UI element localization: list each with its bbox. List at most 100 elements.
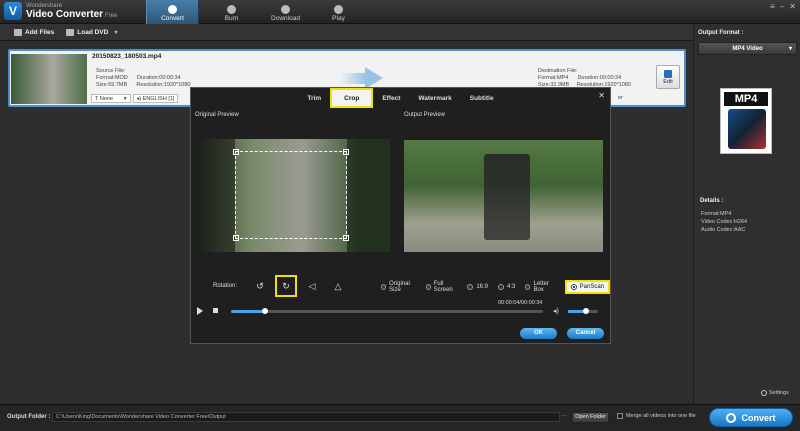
flip-vertical-icon[interactable]: △	[327, 275, 349, 297]
playback-time: 00:00:04/00:00:34	[498, 300, 543, 306]
ratio-4-3[interactable]: 4:3	[498, 284, 515, 290]
add-files-icon	[14, 28, 22, 36]
download-icon	[281, 5, 290, 14]
flip-horizontal-icon[interactable]: ◁	[301, 275, 323, 297]
output-format-value: MP4 Video	[732, 45, 763, 52]
tab-burn[interactable]: Burn	[205, 0, 258, 24]
output-panel: Output Format : MP4 Video ▾ MP4 Details …	[693, 24, 800, 404]
format-thumbnail: MP4	[720, 88, 772, 154]
brand-main: Video Converter	[26, 8, 104, 20]
crop-handle[interactable]	[343, 149, 349, 155]
audio-select[interactable]: ◂) ENGLISH [1]	[132, 94, 179, 103]
cancel-button[interactable]: Cancel	[567, 328, 604, 339]
bottom-bar: Output Folder : C:\Users\King\Documents\…	[0, 404, 800, 431]
original-preview	[194, 139, 390, 252]
main-nav: Convert Burn Download Play	[146, 0, 365, 24]
source-duration: Duration:00:00:34	[136, 75, 181, 81]
settings-link[interactable]: Settings	[761, 390, 789, 396]
seek-handle[interactable]	[262, 308, 269, 314]
tab-download[interactable]: Download	[259, 0, 312, 24]
edit-tabs: Trim Crop Effect Watermark Subtitle	[191, 88, 610, 108]
rotate-right-icon[interactable]: ↻	[275, 275, 298, 297]
convert-icon	[168, 5, 177, 14]
stop-icon[interactable]	[213, 308, 218, 313]
tab-crop[interactable]: Crop	[330, 88, 374, 108]
add-files-label: Add Files	[25, 28, 55, 36]
convert-icon	[726, 412, 737, 423]
convert-button-label: Convert	[741, 412, 776, 423]
brand-edition: Free	[105, 12, 118, 19]
close-icon[interactable]: ✕	[598, 91, 605, 100]
tab-burn-label: Burn	[224, 15, 239, 22]
title-bar: V Wondershare Video Converter Free Conve…	[0, 0, 800, 24]
rotation-controls: Rotation: ↺ ↻ ◁ △	[194, 275, 349, 297]
volume-handle[interactable]	[583, 308, 589, 314]
ratio-original-size[interactable]: Original Size	[381, 281, 416, 293]
preview-subject	[484, 154, 530, 240]
audio-value: ENGLISH [1]	[142, 95, 175, 102]
merge-label: Merge all videos into one file	[626, 413, 696, 419]
browse-icon[interactable]: ···	[561, 413, 567, 419]
edit-icon	[664, 69, 672, 78]
tab-convert[interactable]: Convert	[146, 0, 199, 24]
destination-info: Destination File: Format:MP4 Duration:00…	[538, 68, 631, 89]
tab-watermark[interactable]: Watermark	[409, 88, 460, 108]
crop-handle[interactable]	[233, 149, 239, 155]
app-logo: V Wondershare Video Converter Free	[4, 2, 117, 20]
logo-mark-icon: V	[4, 2, 22, 20]
tab-subtitle[interactable]: Subtitle	[461, 88, 503, 108]
edit-label: Edit	[663, 78, 673, 85]
crop-frame[interactable]	[233, 149, 349, 241]
dest-label: Destination File:	[538, 68, 578, 74]
burn-icon	[227, 5, 236, 14]
ratio-16-9[interactable]: 16:9	[467, 284, 488, 290]
tab-play[interactable]: Play	[312, 0, 365, 24]
add-files-button[interactable]: Add Files	[14, 28, 55, 36]
play-icon	[334, 5, 343, 14]
play-icon[interactable]	[197, 307, 203, 315]
close-icon[interactable]: ✕	[789, 2, 796, 11]
details-label: Details :	[700, 198, 724, 204]
volume-icon[interactable]: ◂)	[553, 307, 559, 315]
video-thumbnail[interactable]	[11, 54, 87, 104]
toolbar: Add Files Load DVD ▾	[0, 24, 693, 41]
source-size: Size:69.7MB	[96, 82, 128, 88]
window-controls: ≡ – ✕	[770, 2, 796, 11]
ratio-letter-box[interactable]: Letter Box	[525, 281, 554, 293]
arrow-right-icon	[365, 67, 383, 89]
ratio-full-screen[interactable]: Full Screen	[425, 281, 458, 293]
ratio-panscan[interactable]: PanScan	[564, 280, 610, 294]
ok-button[interactable]: OK	[520, 328, 557, 339]
output-folder-label: Output Folder :	[7, 414, 51, 420]
tab-convert-label: Convert	[161, 15, 184, 22]
rotate-left-icon[interactable]: ↺	[249, 275, 271, 297]
merge-checkbox[interactable]	[617, 413, 623, 419]
seek-bar[interactable]	[231, 310, 543, 313]
merge-option[interactable]: Merge all videos into one file	[617, 413, 696, 419]
load-dvd-label: Load DVD	[77, 28, 109, 36]
settings-label: Settings	[769, 390, 789, 396]
aspect-ratio-options: Original Size Full Screen 16:9 4:3 Lette…	[381, 280, 610, 294]
gear-icon	[761, 390, 767, 396]
output-format-select[interactable]: MP4 Video ▾	[698, 42, 797, 55]
tab-effect[interactable]: Effect	[373, 88, 409, 108]
load-dvd-button[interactable]: Load DVD ▾	[66, 28, 117, 36]
details-list: Format:MP4 Video Codec:H264 Audio Codec:…	[701, 210, 747, 234]
minimize-icon[interactable]: –	[780, 2, 784, 11]
preview-player: 00:00:04/00:00:34 ◂)	[191, 300, 610, 320]
chevron-down-icon[interactable]: ▾	[114, 29, 117, 36]
crop-handle[interactable]	[343, 235, 349, 241]
tab-trim[interactable]: Trim	[298, 88, 330, 108]
output-folder-input[interactable]: C:\Users\King\Documents\Wondershare Vide…	[52, 412, 560, 422]
tab-download-label: Download	[271, 15, 300, 22]
crop-handle[interactable]	[233, 235, 239, 241]
output-format-label: Output Format :	[698, 30, 744, 36]
dest-format: Format:MP4	[538, 75, 569, 81]
file-name: 20150823_180503.mp4	[92, 53, 162, 60]
edit-button[interactable]: Edit	[656, 65, 680, 89]
convert-button[interactable]: Convert	[709, 408, 793, 427]
subtitle-select[interactable]: T None ▾	[91, 94, 131, 103]
open-folder-button[interactable]: Open Folder	[572, 412, 609, 423]
track-selectors: T None ▾ ◂) ENGLISH [1]	[91, 94, 179, 104]
menu-icon[interactable]: ≡	[770, 2, 775, 11]
